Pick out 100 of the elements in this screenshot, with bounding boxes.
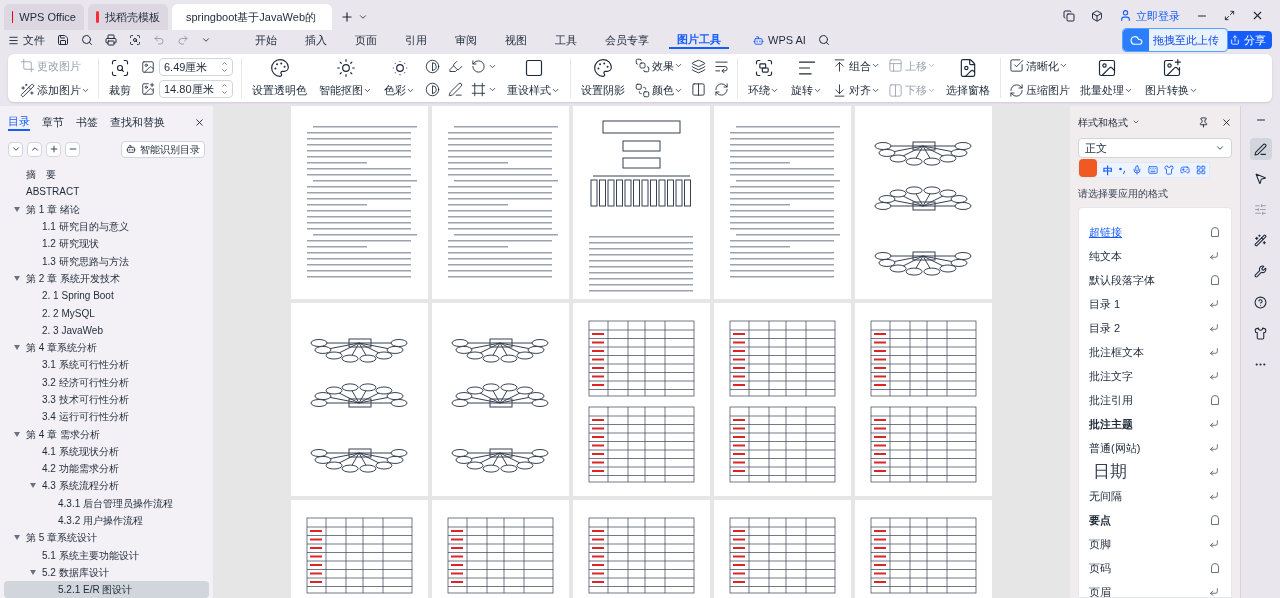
- punctuation-icon[interactable]: [1119, 166, 1126, 174]
- toc-item[interactable]: 第 4 章 需求分析: [4, 425, 209, 443]
- expand-triangle-icon[interactable]: [14, 206, 20, 212]
- ribbon-button[interactable]: 重设样式: [505, 57, 562, 99]
- caret-icon[interactable]: [358, 12, 368, 22]
- expand-triangle-icon[interactable]: [30, 569, 36, 575]
- toc-item[interactable]: 2. 2 MySQL: [4, 304, 209, 322]
- search-icon[interactable]: [817, 34, 830, 46]
- wps-ai-button[interactable]: WPS AI: [768, 31, 806, 49]
- style-item[interactable]: 要点: [1079, 508, 1231, 532]
- ribbon-icon-button[interactable]: [425, 59, 440, 74]
- ribbon-button[interactable]: 环绕: [746, 57, 781, 99]
- close-icon[interactable]: [1221, 116, 1232, 128]
- ribbon-button[interactable]: 色彩: [382, 57, 417, 99]
- ribbon-button[interactable]: 批量处理: [1078, 57, 1135, 99]
- toc-item[interactable]: 4.3.2 用户操作流程: [4, 511, 209, 530]
- ribbon-icon-button[interactable]: [425, 82, 440, 97]
- toc-item[interactable]: 5.2 数据库设计: [4, 563, 209, 582]
- panel-tab[interactable]: 查找和替换: [110, 113, 165, 131]
- size-field[interactable]: 6.49厘米: [159, 58, 233, 76]
- ribbon-button[interactable]: 添加图片: [20, 82, 90, 99]
- smart-toc-button[interactable]: 智能识别目录: [121, 140, 205, 158]
- expand-triangle-icon[interactable]: [14, 535, 20, 541]
- restore-icon[interactable]: [1224, 10, 1235, 22]
- toc-item[interactable]: 5.2.1 E/R 图设计: [4, 581, 209, 598]
- style-item[interactable]: 超链接: [1079, 220, 1231, 244]
- preview-icon[interactable]: [129, 34, 141, 46]
- login-link[interactable]: 立即登录: [1136, 7, 1180, 24]
- toc-item[interactable]: 2. 3 JavaWeb: [4, 321, 209, 339]
- ribbon-button[interactable]: 效果: [635, 57, 683, 74]
- panel-tab[interactable]: 章节: [42, 113, 64, 131]
- toc-item[interactable]: 3.1 系统可行性分析: [4, 356, 209, 374]
- ribbon-tab[interactable]: 开始: [247, 31, 285, 49]
- toc-item[interactable]: 3.3 技术可行性分析: [4, 390, 209, 409]
- ribbon-button[interactable]: 图片转换: [1143, 57, 1200, 99]
- pointer-icon[interactable]: [1254, 172, 1267, 185]
- caret-icon[interactable]: [1132, 118, 1140, 126]
- ribbon-tab[interactable]: 工具: [547, 31, 585, 49]
- expand-triangle-icon[interactable]: [30, 483, 36, 489]
- keyboard-icon[interactable]: [1148, 165, 1158, 175]
- panel-tab[interactable]: 目录: [8, 112, 30, 132]
- style-item[interactable]: 普通(网站): [1079, 436, 1231, 460]
- document-tab[interactable]: WPS Office: [4, 4, 84, 30]
- menu-icon[interactable]: [8, 34, 19, 46]
- toc-item[interactable]: 1.1 研究目的与意义: [4, 217, 209, 236]
- expand-triangle-icon[interactable]: [14, 431, 20, 437]
- toc-item[interactable]: 4.3 系统流程分析: [4, 477, 209, 495]
- ribbon-tab[interactable]: 会员专享: [597, 31, 657, 49]
- pin-icon[interactable]: [1198, 116, 1209, 128]
- style-item[interactable]: 目录 1: [1079, 292, 1231, 316]
- shirt-icon[interactable]: [1254, 327, 1267, 340]
- style-item[interactable]: 默认段落字体: [1079, 268, 1231, 292]
- new-tab-icon[interactable]: [340, 10, 354, 24]
- document-tab[interactable]: springboot基于JavaWeb的: [172, 4, 332, 30]
- toc-item[interactable]: 4.3.1 后台管理员操作流程: [4, 494, 209, 512]
- panel-tab[interactable]: 书签: [76, 113, 98, 131]
- ribbon-button[interactable]: 旋转: [789, 57, 824, 99]
- ribbon-button[interactable]: 裁剪: [107, 57, 133, 99]
- wand-icon[interactable]: [1254, 234, 1267, 247]
- ribbon-button[interactable]: 设置透明色: [250, 57, 309, 99]
- toc-item[interactable]: 第 5 章系统设计: [4, 529, 209, 547]
- ribbon-icon-button[interactable]: [448, 59, 463, 74]
- ribbon-icon-button[interactable]: [691, 82, 706, 97]
- edit-pen-icon[interactable]: [1249, 138, 1272, 160]
- ribbon-button[interactable]: 组合: [832, 57, 880, 74]
- ribbon-icon-button[interactable]: [714, 82, 729, 97]
- ribbon-tab[interactable]: 审阅: [447, 31, 485, 49]
- mic-icon[interactable]: [1132, 165, 1142, 175]
- style-item[interactable]: 日期: [1079, 460, 1231, 484]
- gamepad-icon[interactable]: [1180, 165, 1190, 175]
- ribbon-button[interactable]: 清晰化: [1009, 57, 1070, 74]
- toc-item[interactable]: 第 1 章 绪论: [4, 200, 209, 218]
- caret-icon[interactable]: [201, 35, 211, 45]
- expand-triangle-icon[interactable]: [14, 345, 20, 351]
- ribbon-button[interactable]: 压缩图片: [1009, 82, 1070, 99]
- style-select[interactable]: 正文: [1078, 138, 1232, 158]
- toc-item[interactable]: 3.2 经济可行性分析: [4, 373, 209, 391]
- ribbon-tab[interactable]: 图片工具: [669, 30, 729, 50]
- style-item[interactable]: 无间隔: [1079, 484, 1231, 508]
- ribbon-icon-button[interactable]: [471, 82, 497, 97]
- ime-mode-label[interactable]: 中: [1103, 162, 1113, 178]
- cube-icon[interactable]: [1091, 9, 1103, 22]
- ribbon-icon-button[interactable]: [448, 82, 463, 97]
- style-item[interactable]: 页脚: [1079, 532, 1231, 556]
- style-item[interactable]: 批注文字: [1079, 364, 1231, 388]
- ribbon-button[interactable]: 对齐: [832, 82, 880, 99]
- toc-item[interactable]: 第 4 章系统分析: [4, 338, 209, 357]
- help-icon[interactable]: [1254, 296, 1267, 309]
- style-item[interactable]: 批注引用: [1079, 388, 1231, 412]
- toc-item[interactable]: 4.2 功能需求分析: [4, 460, 209, 478]
- expand-triangle-icon[interactable]: [14, 275, 20, 281]
- grid-icon[interactable]: [1196, 165, 1206, 175]
- toc-item[interactable]: 5.1 系统主要功能设计: [4, 546, 209, 564]
- tools-icon[interactable]: [1254, 265, 1267, 278]
- style-item[interactable]: 批注主题: [1079, 412, 1231, 436]
- toc-item[interactable]: 2. 1 Spring Boot: [4, 287, 209, 305]
- toc-item[interactable]: 摘 要: [4, 166, 209, 184]
- style-item[interactable]: 页眉: [1079, 580, 1231, 597]
- ribbon-button[interactable]: 颜色: [635, 82, 683, 99]
- toc-item[interactable]: 1.2 研究现状: [4, 235, 209, 253]
